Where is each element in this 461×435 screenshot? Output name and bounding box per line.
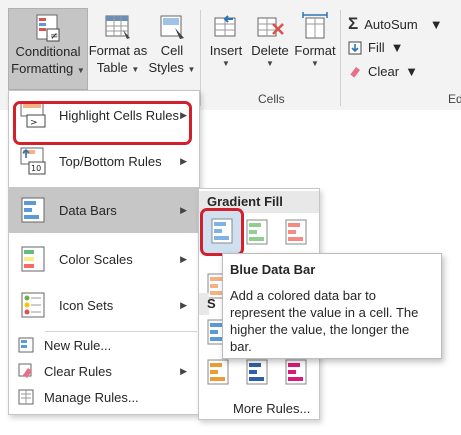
color-scales-icon	[21, 246, 45, 272]
svg-text:10: 10	[31, 164, 41, 173]
blue-gradient-data-bar-selected[interactable]	[200, 208, 244, 256]
group-separator	[200, 10, 201, 106]
insert-label: Insert	[209, 43, 243, 58]
format-button[interactable]: Format ▼	[292, 8, 338, 88]
chevron-right-icon: ▶	[180, 365, 187, 376]
conditional-formatting-label-1: Conditional	[15, 44, 81, 59]
more-rules-link[interactable]: More Rules...	[233, 401, 310, 416]
new-rule-icon	[18, 337, 34, 353]
menu-item-label: New Rule...	[44, 337, 112, 353]
fill-down-icon	[348, 41, 362, 54]
format-as-table-button[interactable]: Format as Table ▼	[88, 8, 148, 88]
chevron-down-icon: ▼	[429, 16, 443, 32]
blue-data-bar-tooltip: Blue Data Bar Add a colored data bar to …	[222, 253, 442, 359]
autosum-button[interactable]: Σ AutoSum ▼	[348, 14, 443, 34]
fill-button[interactable]: Fill ▼	[348, 40, 403, 55]
icon-sets-icon	[21, 292, 45, 318]
format-as-table-icon	[105, 15, 130, 39]
format-label: Format	[294, 43, 336, 58]
insert-cells-icon	[214, 15, 236, 37]
fill-label: Fill	[368, 40, 385, 55]
clear-rules-icon	[18, 363, 32, 378]
clear-label: Clear	[368, 64, 400, 79]
chevron-down-icon: ▼	[266, 59, 274, 68]
chevron-down-icon: ▼	[311, 59, 319, 68]
red-gradient-data-bar-swatch[interactable]	[285, 219, 307, 245]
format-as-table-label-2: Table	[96, 60, 128, 75]
orange-solid-data-bar-swatch[interactable]	[207, 359, 229, 385]
chevron-right-icon: ▶	[180, 155, 187, 166]
insert-button[interactable]: Insert ▼	[204, 8, 248, 88]
menu-item-manage-rules[interactable]: Manage Rules...	[9, 385, 199, 409]
menu-item-top-bottom-rules[interactable]: 10 Top/Bottom Rules ▶	[9, 139, 199, 183]
menu-item-label: Data Bars	[59, 202, 117, 218]
tooltip-body: Add a colored data bar to represent the …	[230, 288, 419, 354]
cell-styles-button[interactable]: Cell Styles ▼	[148, 8, 196, 88]
format-as-table-label-1: Format as	[88, 43, 148, 58]
chevron-down-icon: ▼	[187, 65, 196, 74]
menu-item-data-bars[interactable]: Data Bars ▶	[9, 187, 199, 233]
conditional-formatting-button[interactable]: ≠ Conditional Formatting ▼	[8, 8, 88, 90]
data-bars-icon	[21, 197, 45, 223]
magenta-solid-data-bar-swatch[interactable]	[285, 359, 307, 385]
chevron-right-icon: ▶	[180, 253, 187, 264]
delete-button[interactable]: Delete ▼	[248, 8, 292, 88]
menu-item-clear-rules[interactable]: Clear Rules ▶	[9, 359, 199, 383]
menu-item-label: Icon Sets	[59, 297, 114, 313]
green-gradient-data-bar-swatch[interactable]	[246, 219, 268, 245]
menu-item-new-rule[interactable]: New Rule...	[9, 333, 199, 357]
blue-gradient-data-bar-swatch	[211, 218, 233, 244]
menu-item-icon-sets[interactable]: Icon Sets ▶	[9, 283, 199, 327]
blue-violet-solid-data-bar-swatch[interactable]	[246, 359, 268, 385]
top-bottom-icon: 10	[20, 147, 46, 175]
autosum-label: AutoSum	[364, 16, 418, 32]
format-cells-icon	[302, 12, 328, 39]
chevron-right-icon: ▶	[180, 204, 187, 215]
chevron-right-icon: ▶	[180, 299, 187, 310]
clear-button[interactable]: Clear ▼	[348, 64, 418, 79]
menu-item-color-scales[interactable]: Color Scales ▶	[9, 237, 199, 281]
chevron-down-icon: ▼	[390, 40, 404, 55]
conditional-formatting-icon: ≠	[36, 14, 60, 42]
svg-text:≠: ≠	[50, 31, 58, 42]
editing-group-label: Editi	[448, 92, 461, 106]
chevron-down-icon: ▼	[222, 59, 230, 68]
chevron-down-icon: ▼	[405, 64, 418, 79]
group-separator	[340, 10, 341, 106]
cell-styles-label-1: Cell	[160, 43, 184, 58]
cell-styles-label-2: Styles	[148, 60, 184, 75]
tooltip-title: Blue Data Bar	[230, 262, 316, 277]
menu-item-label: Clear Rules	[44, 363, 112, 379]
solid-fill-header: S	[199, 293, 216, 315]
conditional-formatting-label-2: Formatting	[11, 61, 74, 76]
data-bars-highlight-outline	[13, 101, 192, 145]
cell-styles-icon	[160, 15, 184, 39]
chevron-down-icon: ▼	[76, 66, 85, 75]
menu-item-label: Top/Bottom Rules	[59, 153, 162, 169]
menu-separator	[45, 331, 197, 332]
cells-group-label: Cells	[258, 92, 285, 106]
menu-item-label: Color Scales	[59, 251, 133, 267]
delete-cells-icon	[257, 17, 284, 37]
manage-rules-icon	[18, 389, 34, 405]
chevron-down-icon: ▼	[131, 65, 140, 74]
eraser-icon	[349, 66, 360, 78]
delete-label: Delete	[251, 43, 289, 58]
menu-item-label: Manage Rules...	[44, 389, 139, 405]
sigma-icon: Σ	[348, 14, 359, 33]
